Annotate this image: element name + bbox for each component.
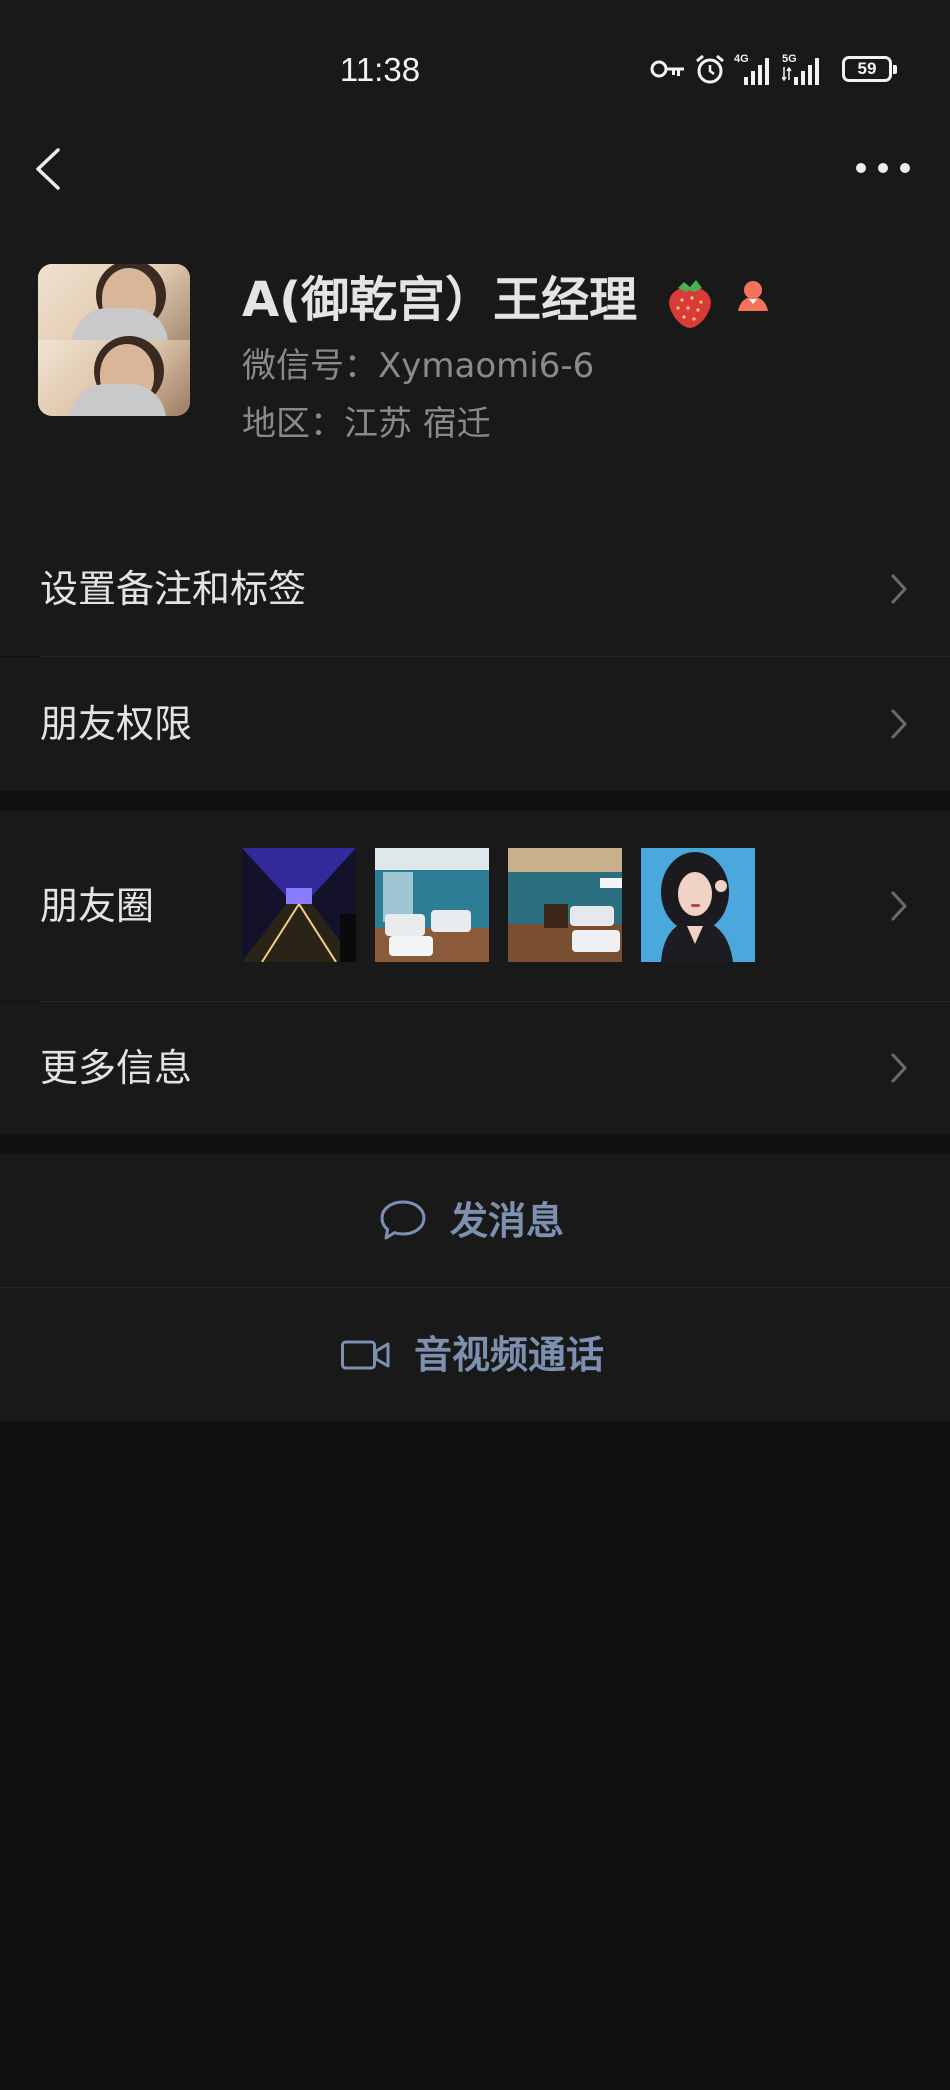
video-camera-icon — [341, 1340, 390, 1369]
video-call-label: 音视频通话 — [414, 1332, 605, 1377]
send-message-label: 发消息 — [450, 1198, 565, 1243]
female-icon — [738, 281, 768, 311]
nav-bar — [0, 140, 950, 250]
chevron-right-icon — [891, 709, 907, 739]
cell-friend-permissions[interactable]: 朋友权限 — [0, 657, 950, 791]
moments-photo[interactable] — [508, 848, 622, 962]
chevron-right-icon — [891, 574, 907, 604]
cell-set-remark-tags[interactable]: 设置备注和标签 — [0, 522, 950, 656]
cell-label: 更多信息 — [40, 1046, 193, 1090]
video-call-button[interactable]: 音视频通话 — [0, 1288, 950, 1421]
moments-photos[interactable] — [242, 848, 755, 962]
more-dots-icon — [856, 163, 866, 173]
cell-label: 朋友圈 — [40, 884, 155, 928]
battery-icon: 59 — [842, 56, 897, 82]
send-message-button[interactable]: 发消息 — [0, 1154, 950, 1287]
chevron-left-icon — [36, 148, 60, 190]
moments-photo[interactable] — [242, 848, 356, 962]
signal-5g-icon: 5G — [782, 53, 826, 85]
contact-profile-page: 11:38 4G 5G 59 A(御乾宫）王经理 微信号：Xymaomi6-6 … — [0, 0, 950, 2090]
cell-more-info[interactable]: 更多信息 — [0, 1002, 950, 1134]
region: 地区：江苏 宿迁 — [242, 404, 491, 444]
moments-photo[interactable] — [375, 848, 489, 962]
back-button[interactable] — [28, 146, 68, 192]
battery-level: 59 — [857, 59, 877, 78]
wechat-id: 微信号：Xymaomi6-6 — [242, 346, 595, 386]
status-bar: 11:38 4G 5G 59 — [0, 0, 950, 140]
status-time: 11:38 — [339, 51, 421, 88]
moments-photo[interactable] — [641, 848, 755, 962]
alarm-icon — [696, 54, 724, 84]
contact-name: A(御乾宫）王经理 — [242, 272, 638, 328]
strawberry-icon — [669, 280, 711, 328]
cell-label: 朋友权限 — [40, 702, 193, 746]
cell-label: 设置备注和标签 — [40, 567, 307, 611]
chevron-right-icon — [891, 891, 907, 921]
chat-bubble-icon — [380, 1200, 426, 1239]
avatar[interactable] — [38, 264, 190, 416]
vpn-key-icon — [650, 60, 684, 78]
status-icons: 4G 5G 59 — [650, 48, 897, 90]
chevron-right-icon — [891, 1053, 907, 1083]
signal-4g-icon: 4G — [734, 53, 774, 85]
more-options-button[interactable] — [856, 150, 910, 186]
